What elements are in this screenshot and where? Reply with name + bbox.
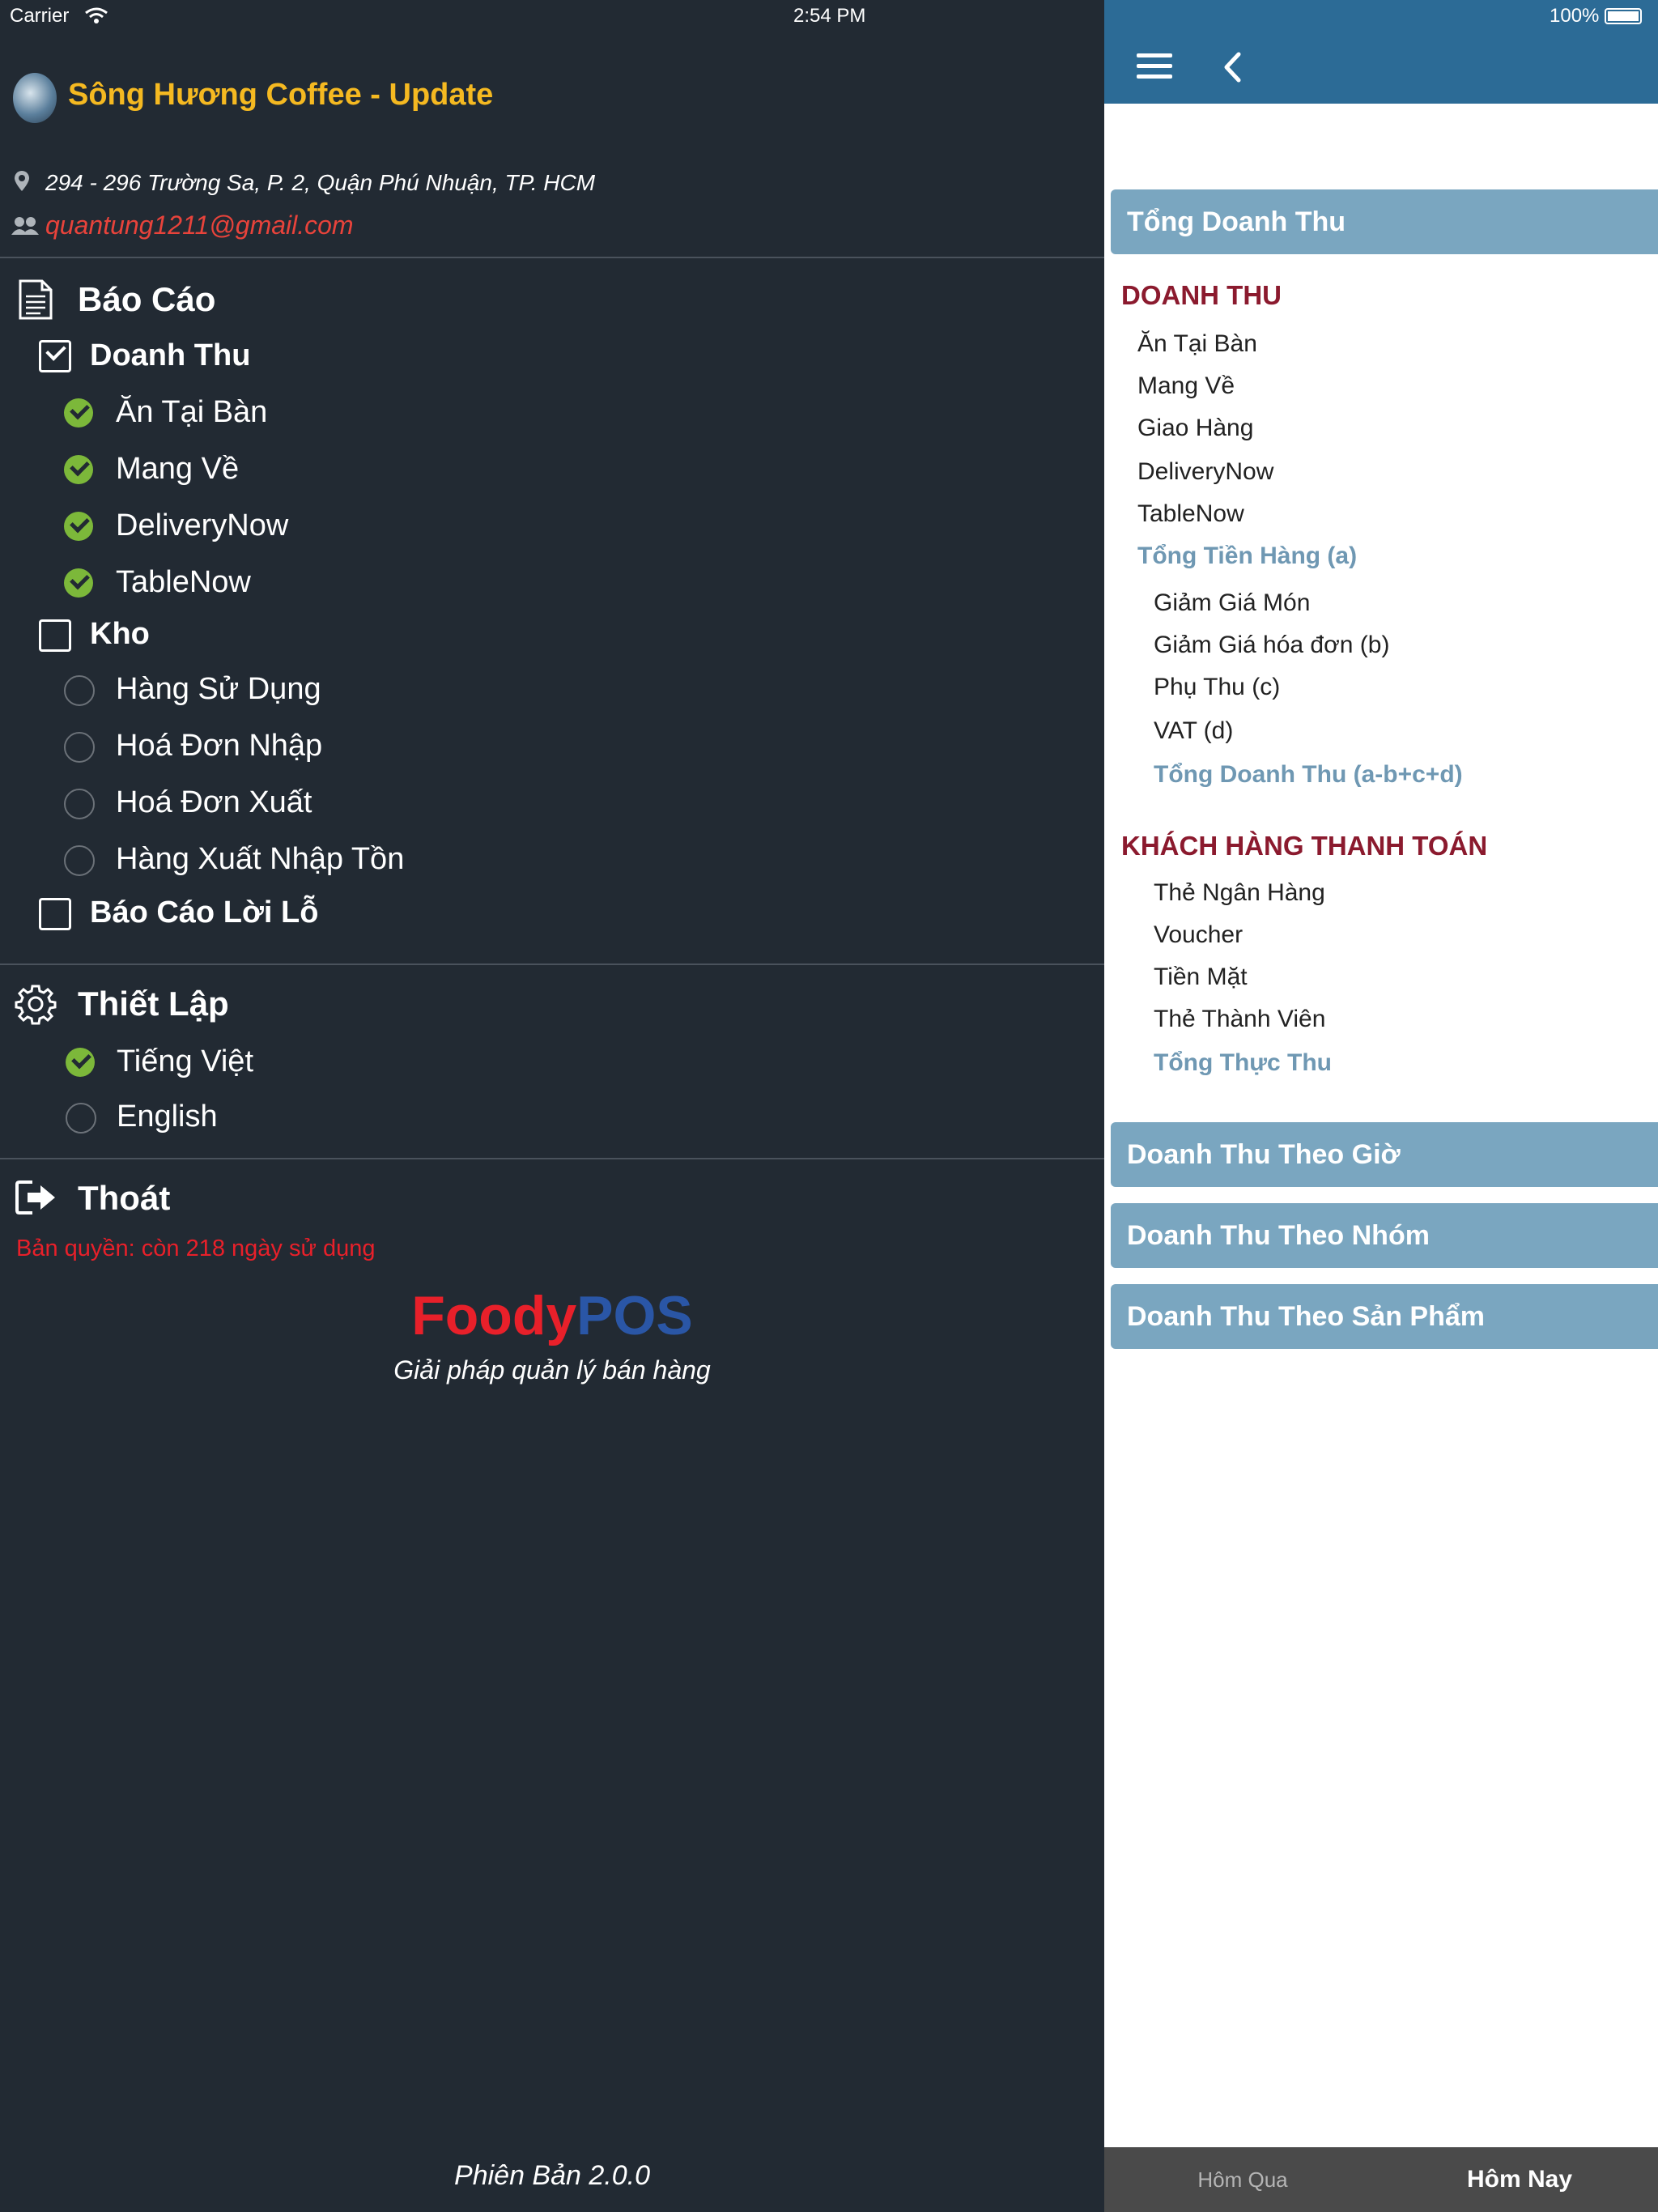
revenue-by-group-button[interactable]: Doanh Thu Theo Nhóm	[1111, 1203, 1658, 1268]
battery-icon	[1605, 8, 1642, 24]
divider	[0, 963, 1104, 965]
report-row: Thẻ Thành Viên	[1154, 1006, 1326, 1032]
logout-icon[interactable]	[15, 1179, 58, 1220]
store-email[interactable]: quantung1211@gmail.com	[45, 211, 354, 240]
menu-item-tablenow[interactable]: TableNow	[116, 565, 251, 600]
check-circle-icon[interactable]	[64, 398, 93, 428]
report-row: Mang Về	[1137, 372, 1235, 399]
revenue-checkbox-icon[interactable]	[39, 340, 71, 372]
hamburger-menu-icon[interactable]	[1137, 52, 1172, 85]
clock-label: 2:54 PM	[793, 5, 866, 27]
date-tab-bar: Hôm Qua Hôm Nay	[1104, 2147, 1658, 2212]
check-circle-icon[interactable]	[66, 1048, 95, 1077]
radio-empty-icon[interactable]	[64, 675, 95, 706]
revenue-by-hour-button[interactable]: Doanh Thu Theo Giờ	[1111, 1122, 1658, 1187]
language-vietnamese[interactable]: Tiếng Việt	[117, 1044, 253, 1079]
profit-loss-checkbox-icon[interactable]	[39, 898, 71, 930]
menu-item-hoa-don-nhap[interactable]: Hoá Đơn Nhập	[116, 729, 322, 764]
payment-section-title: KHÁCH HÀNG THANH TOÁN	[1121, 831, 1488, 861]
gear-icon	[15, 983, 57, 1029]
brand-name-pos: POS	[576, 1285, 693, 1346]
subtotal-a: Tổng Tiền Hàng (a)	[1137, 542, 1358, 569]
report-row: Thẻ Ngân Hàng	[1154, 879, 1325, 906]
report-row: Giảm Giá hóa đơn (b)	[1154, 632, 1390, 658]
language-english[interactable]: English	[117, 1100, 218, 1134]
inventory-group-label[interactable]: Kho	[90, 617, 150, 652]
report-panel: 100% Tổng Doanh Thu DOANH THU Ăn Tại Bàn…	[1104, 0, 1658, 2212]
radio-empty-icon[interactable]	[64, 845, 95, 876]
actual-total: Tổng Thực Thu	[1154, 1049, 1333, 1076]
menu-item-hang-su-dung[interactable]: Hàng Sử Dụng	[116, 672, 321, 707]
carrier-label: Carrier	[10, 5, 70, 27]
report-row: Giao Hàng	[1137, 415, 1254, 441]
revenue-section-title: DOANH THU	[1121, 280, 1282, 310]
radio-empty-icon[interactable]	[66, 1103, 96, 1134]
report-row: TableNow	[1137, 500, 1244, 527]
revenue-by-product-button[interactable]: Doanh Thu Theo Sản Phẩm	[1111, 1284, 1658, 1349]
store-logo	[13, 73, 57, 123]
check-circle-icon[interactable]	[64, 568, 93, 598]
total-revenue-formula: Tổng Doanh Thu (a-b+c+d)	[1154, 761, 1463, 788]
wifi-icon	[84, 6, 108, 28]
brand-logo: FoodyPOS	[0, 1284, 1104, 1347]
back-chevron-icon[interactable]	[1222, 52, 1242, 87]
sidebar: Carrier 2:54 PM Sông Hương Coffee - Upda…	[0, 0, 1104, 2212]
version-label: Phiên Bản 2.0.0	[454, 2160, 650, 2191]
report-row: DeliveryNow	[1137, 458, 1274, 485]
radio-empty-icon[interactable]	[64, 732, 95, 763]
location-icon	[13, 170, 31, 197]
menu-item-mang-ve[interactable]: Mang Về	[116, 452, 239, 487]
report-row: Tiền Mặt	[1154, 963, 1248, 990]
radio-empty-icon[interactable]	[64, 789, 95, 819]
menu-item-hang-xuat-nhap-ton[interactable]: Hàng Xuất Nhập Tồn	[116, 842, 404, 877]
report-row: Ăn Tại Bàn	[1137, 330, 1257, 357]
inventory-checkbox-icon[interactable]	[39, 619, 71, 652]
document-icon	[18, 279, 53, 325]
revenue-group-label[interactable]: Doanh Thu	[90, 338, 250, 373]
store-address: 294 - 296 Trường Sa, P. 2, Quận Phú Nhuậ…	[45, 170, 596, 195]
divider	[0, 1158, 1104, 1159]
check-circle-icon[interactable]	[64, 512, 93, 541]
nav-bar	[1104, 32, 1658, 104]
check-circle-icon[interactable]	[64, 455, 93, 484]
tab-today[interactable]: Hôm Nay	[1381, 2147, 1658, 2212]
tab-yesterday[interactable]: Hôm Qua	[1104, 2147, 1381, 2212]
brand-tagline: Giải pháp quản lý bán hàng	[393, 1355, 711, 1385]
logout-label[interactable]: Thoát	[78, 1179, 170, 1218]
report-row: Phụ Thu (c)	[1154, 674, 1281, 700]
reports-title[interactable]: Báo Cáo	[78, 280, 215, 319]
profit-loss-label[interactable]: Báo Cáo Lời Lỗ	[90, 895, 318, 930]
divider	[0, 257, 1104, 258]
menu-item-deliverynow[interactable]: DeliveryNow	[116, 508, 288, 543]
total-revenue-header[interactable]: Tổng Doanh Thu	[1111, 189, 1658, 254]
store-name: Sông Hương Coffee - Update	[68, 78, 494, 112]
battery-label: 100%	[1550, 5, 1600, 27]
users-icon	[11, 215, 39, 240]
report-row: Voucher	[1154, 921, 1244, 948]
settings-title[interactable]: Thiết Lập	[78, 985, 229, 1023]
report-row: VAT (d)	[1154, 717, 1234, 744]
menu-item-an-tai-ban[interactable]: Ăn Tại Bàn	[116, 395, 267, 430]
license-text: Bản quyền: còn 218 ngày sử dụng	[16, 1236, 376, 1261]
report-row: Giảm Giá Món	[1154, 589, 1311, 616]
brand-name-foody: Foody	[411, 1285, 577, 1346]
menu-item-hoa-don-xuat[interactable]: Hoá Đơn Xuất	[116, 785, 312, 820]
